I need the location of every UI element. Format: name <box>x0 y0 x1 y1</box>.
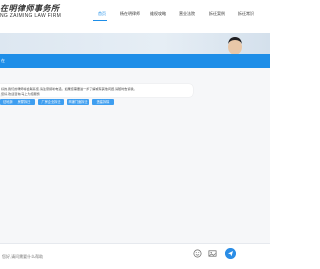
agent-message-bubble: 好的,我们的律师将会联系您,请注意接听电话。如果您需要进一步了解或有其他问题,请… <box>0 84 193 97</box>
message-line: 您好,欢迎咨询,马上为您服务 <box>1 92 40 96</box>
quick-reply-chip[interactable]: 违建拆除 <box>92 99 114 105</box>
send-icon[interactable] <box>225 248 236 259</box>
main-nav: 首页 杨在明律师 维权攻略 营业法院 拆迁案例 拆迁常识 <box>92 11 270 21</box>
quick-reply-chip[interactable]: 厂房企业拆迁 <box>38 99 64 105</box>
quick-reply-chip[interactable]: 商铺门面拆迁 <box>67 99 89 105</box>
chat-panel-header: 在 <box>0 54 270 68</box>
quick-reply-chip[interactable]: 房屋拆迁 <box>13 99 35 105</box>
quick-reply-list: 征地拆迁 房屋拆迁 厂房企业拆迁 商铺门面拆迁 违建拆除 <box>0 99 270 107</box>
site-header: 在明律师事务所 NG ZAIMING LAW FIRM 首页 杨在明律师 维权攻… <box>0 0 270 33</box>
chat-input[interactable] <box>0 251 204 262</box>
logo-english: NG ZAIMING LAW FIRM <box>0 13 62 19</box>
nav-item-home[interactable]: 首页 <box>98 11 106 17</box>
image-icon[interactable] <box>208 249 217 258</box>
nav-active-indicator <box>93 20 107 21</box>
nav-item-lawyer[interactable]: 杨在明律师 <box>120 11 140 17</box>
chat-panel-title: 在 <box>1 58 5 63</box>
emoji-icon[interactable] <box>193 249 202 258</box>
nav-item-court[interactable]: 营业法院 <box>179 11 195 17</box>
nav-item-cases[interactable]: 拆迁案例 <box>209 11 225 17</box>
nav-item-knowledge[interactable]: 拆迁常识 <box>238 11 254 17</box>
nav-item-guide[interactable]: 维权攻略 <box>150 11 166 17</box>
